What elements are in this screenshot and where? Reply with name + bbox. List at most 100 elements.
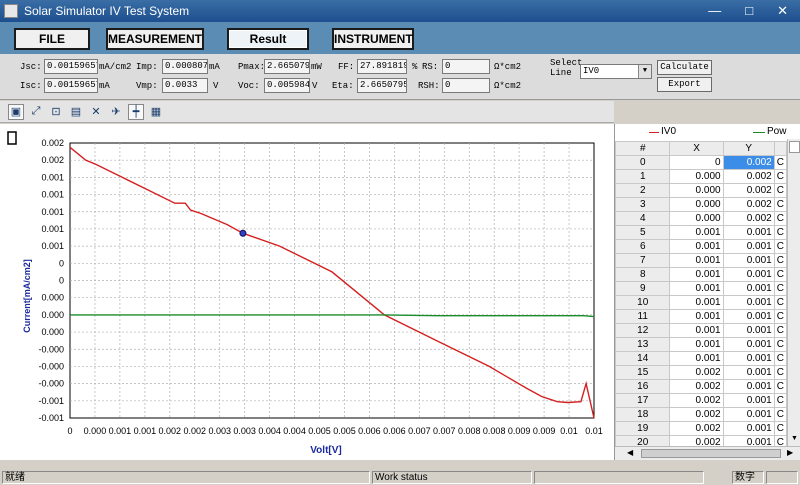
jsc-field[interactable]: 0.00159657	[44, 59, 98, 74]
data-table[interactable]: # X Y 0 0 0.002 C 1 0.000 0.002 C 2 0.000 0.002 C 3 0…	[614, 141, 788, 450]
row-index[interactable]: 7	[614, 253, 671, 268]
table-row[interactable]: 4 0.000 0.002 C	[614, 211, 788, 226]
minimize-icon[interactable]: —	[708, 3, 721, 19]
rsh-field[interactable]: 0	[442, 78, 490, 93]
table-row[interactable]: 5 0.001 0.001 C	[614, 225, 788, 240]
x-cell[interactable]: 0.001	[669, 253, 724, 268]
pow-cell[interactable]: C	[773, 421, 788, 436]
x-column-header[interactable]: X	[669, 141, 724, 156]
max-power-point-marker[interactable]	[239, 229, 247, 237]
x-cell[interactable]: 0.002	[669, 379, 724, 394]
pow-cell[interactable]: C	[773, 295, 788, 310]
x-cell[interactable]: 0	[669, 155, 724, 170]
y-cell[interactable]: 0.001	[722, 365, 775, 380]
maximize-icon[interactable]: □	[745, 3, 753, 19]
row-index[interactable]: 19	[614, 421, 671, 436]
table-row[interactable]: 11 0.001 0.001 C	[614, 309, 788, 324]
instrument-button[interactable]: INSTRUMENT	[332, 28, 414, 50]
table-row[interactable]: 7 0.001 0.001 C	[614, 253, 788, 268]
vmp-field[interactable]: 0.0033	[162, 78, 208, 93]
chart-icon[interactable]: ▦	[148, 104, 164, 120]
y-cell[interactable]: 0.001	[722, 393, 775, 408]
pow-cell[interactable]: C	[773, 225, 788, 240]
file-button[interactable]: FILE	[14, 28, 90, 50]
vertical-scrollbar[interactable]: ▼	[787, 139, 800, 446]
table-row[interactable]: 10 0.001 0.001 C	[614, 295, 788, 310]
table-row[interactable]: 15 0.002 0.001 C	[614, 365, 788, 380]
row-index[interactable]: 16	[614, 379, 671, 394]
x-cell[interactable]: 0.002	[669, 407, 724, 422]
export-icon[interactable]: ▣	[8, 103, 24, 120]
pow-cell[interactable]: C	[773, 183, 788, 198]
table-row[interactable]: 14 0.001 0.001 C	[614, 351, 788, 366]
row-index[interactable]: 5	[614, 225, 671, 240]
scroll-down-icon[interactable]: ▼	[791, 435, 798, 442]
pow-cell[interactable]: C	[773, 407, 788, 422]
cross-icon[interactable]: ✕	[88, 104, 104, 120]
x-cell[interactable]: 0.001	[669, 239, 724, 254]
pow-cell[interactable]: C	[773, 211, 788, 226]
scroll-left-icon[interactable]: ◀	[627, 448, 633, 457]
x-cell[interactable]: 0.001	[669, 225, 724, 240]
table-row[interactable]: 2 0.000 0.002 C	[614, 183, 788, 198]
x-cell[interactable]: 0.000	[669, 183, 724, 198]
y-cell[interactable]: 0.001	[722, 281, 775, 296]
x-cell[interactable]: 0.001	[669, 267, 724, 282]
pow-cell[interactable]: C	[773, 281, 788, 296]
y-cell[interactable]: 0.002	[722, 169, 775, 184]
horizontal-scrollbar[interactable]: ◀ ▶	[615, 446, 800, 460]
row-index[interactable]: 0	[614, 155, 671, 170]
export-button[interactable]: Export	[657, 77, 712, 92]
close-icon[interactable]: ✕	[777, 3, 788, 19]
row-index[interactable]: 15	[614, 365, 671, 380]
row-index[interactable]: 6	[614, 239, 671, 254]
chevron-down-icon[interactable]: ▼	[638, 65, 651, 78]
pmax-field[interactable]: 2.6650795	[264, 59, 310, 74]
pow-cell[interactable]: C	[773, 169, 788, 184]
zoom-in-icon[interactable]: ⤢	[28, 104, 44, 120]
select-line-dropdown[interactable]: IV0 ▼	[580, 64, 652, 79]
row-index[interactable]: 17	[614, 393, 671, 408]
y-column-header[interactable]: Y	[722, 141, 775, 156]
pow-cell[interactable]: C	[773, 365, 788, 380]
row-index[interactable]: 10	[614, 295, 671, 310]
row-index[interactable]: 2	[614, 183, 671, 198]
y-cell[interactable]: 0.001	[722, 379, 775, 394]
table-row[interactable]: 17 0.002 0.001 C	[614, 393, 788, 408]
table-row[interactable]: 0 0 0.002 C	[614, 155, 788, 170]
y-cell[interactable]: 0.001	[722, 309, 775, 324]
y-cell[interactable]: 0.001	[722, 323, 775, 338]
pow-cell[interactable]: C	[773, 267, 788, 282]
row-index[interactable]: 12	[614, 323, 671, 338]
row-index[interactable]: 13	[614, 337, 671, 352]
x-cell[interactable]: 0.000	[669, 169, 724, 184]
voc-field[interactable]: 0.0059847	[264, 78, 310, 93]
vertical-scroll-thumb[interactable]	[789, 141, 800, 153]
y-cell[interactable]: 0.001	[722, 337, 775, 352]
x-cell[interactable]: 0.002	[669, 393, 724, 408]
x-cell[interactable]: 0.001	[669, 295, 724, 310]
result-button[interactable]: Result	[227, 28, 309, 50]
iv-chart-svg[interactable]: 0.0020.0020.0010.0010.0010.0010.001000.0…	[0, 124, 614, 460]
x-cell[interactable]: 0.002	[669, 421, 724, 436]
isc-field[interactable]: 0.00159657	[44, 78, 98, 93]
table-row[interactable]: 19 0.002 0.001 C	[614, 421, 788, 436]
pow-cell[interactable]: C	[773, 337, 788, 352]
copy-icon[interactable]	[7, 131, 17, 145]
table-icon[interactable]: ▤	[68, 104, 84, 120]
horizontal-scroll-thumb[interactable]	[641, 449, 781, 458]
table-row[interactable]: 1 0.000 0.002 C	[614, 169, 788, 184]
pow-cell[interactable]: C	[773, 239, 788, 254]
y-cell[interactable]: 0.002	[722, 155, 775, 170]
y-cell[interactable]: 0.001	[722, 253, 775, 268]
measurement-button[interactable]: MEASUREMENT	[106, 28, 204, 50]
x-cell[interactable]: 0.001	[669, 351, 724, 366]
cursor-icon[interactable]: ┿	[128, 103, 144, 120]
x-cell[interactable]: 0.000	[669, 211, 724, 226]
row-index[interactable]: 8	[614, 267, 671, 282]
pow-cell[interactable]: C	[773, 197, 788, 212]
row-index[interactable]: 4	[614, 211, 671, 226]
y-cell[interactable]: 0.002	[722, 211, 775, 226]
fit-icon[interactable]: ⊡	[48, 104, 64, 120]
table-row[interactable]: 9 0.001 0.001 C	[614, 281, 788, 296]
